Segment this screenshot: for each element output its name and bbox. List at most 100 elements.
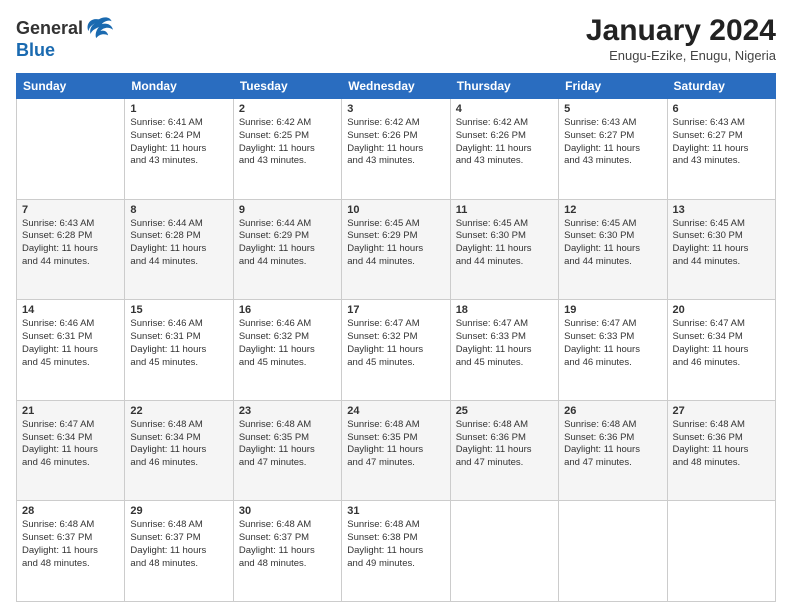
- cell-info: Sunrise: 6:46 AMSunset: 6:31 PMDaylight:…: [22, 318, 119, 369]
- cell-info: Sunrise: 6:48 AMSunset: 6:36 PMDaylight:…: [673, 419, 770, 470]
- calendar-week-2: 7 Sunrise: 6:43 AMSunset: 6:28 PMDaylight…: [17, 199, 776, 300]
- calendar-cell: 24 Sunrise: 6:48 AMSunset: 6:35 PMDayligh…: [342, 400, 450, 501]
- day-number: 16: [239, 304, 336, 316]
- calendar-cell: 13Sunrise: 6:45 AMSunset: 6:30 PMDayligh…: [667, 199, 775, 300]
- calendar-week-4: 21 Sunrise: 6:47 AMSunset: 6:34 PMDayligh…: [17, 400, 776, 501]
- day-number: 6: [673, 103, 770, 115]
- calendar-week-3: 14 Sunrise: 6:46 AMSunset: 6:31 PMDayligh…: [17, 300, 776, 401]
- day-number: 26: [564, 405, 661, 417]
- calendar-cell: 8Sunrise: 6:44 AMSunset: 6:28 PMDaylight…: [125, 199, 233, 300]
- cell-info: Sunrise: 6:47 AMSunset: 6:33 PMDaylight:…: [564, 318, 661, 369]
- day-number: 21: [22, 405, 119, 417]
- cell-info: Sunrise: 6:47 AMSunset: 6:32 PMDaylight:…: [347, 318, 444, 369]
- day-number: 10: [347, 204, 444, 216]
- day-number: 11: [456, 204, 553, 216]
- cell-info: Sunrise: 6:43 AMSunset: 6:27 PMDaylight:…: [564, 117, 661, 168]
- cell-info: Sunrise: 6:48 AMSunset: 6:37 PMDaylight:…: [130, 519, 227, 570]
- calendar-table: SundayMondayTuesdayWednesdayThursdayFrid…: [16, 73, 776, 602]
- day-number: 8: [130, 204, 227, 216]
- day-number: 1: [130, 103, 227, 115]
- cell-info: Sunrise: 6:42 AMSunset: 6:26 PMDaylight:…: [347, 117, 444, 168]
- cell-info: Sunrise: 6:47 AMSunset: 6:34 PMDaylight:…: [673, 318, 770, 369]
- calendar-cell: 20Sunrise: 6:47 AMSunset: 6:34 PMDayligh…: [667, 300, 775, 401]
- calendar-cell: 14 Sunrise: 6:46 AMSunset: 6:31 PMDayligh…: [17, 300, 125, 401]
- col-header-monday: Monday: [125, 74, 233, 99]
- day-number: 28: [22, 505, 119, 517]
- day-number: 23: [239, 405, 336, 417]
- calendar-header-row: SundayMondayTuesdayWednesdayThursdayFrid…: [17, 74, 776, 99]
- day-number: 17: [347, 304, 444, 316]
- day-number: 3: [347, 103, 444, 115]
- cell-info: Sunrise: 6:48 AMSunset: 6:38 PMDaylight:…: [347, 519, 444, 570]
- cell-info: Sunrise: 6:47 AMSunset: 6:33 PMDaylight:…: [456, 318, 553, 369]
- calendar-cell: 28Sunrise: 6:48 AMSunset: 6:37 PMDayligh…: [17, 501, 125, 602]
- cell-info: Sunrise: 6:45 AMSunset: 6:29 PMDaylight:…: [347, 218, 444, 269]
- cell-info: Sunrise: 6:45 AMSunset: 6:30 PMDaylight:…: [673, 218, 770, 269]
- calendar-cell: 6 Sunrise: 6:43 AMSunset: 6:27 PMDaylight…: [667, 99, 775, 200]
- calendar-cell: [17, 99, 125, 200]
- day-number: 14: [22, 304, 119, 316]
- logo: General Blue: [16, 14, 113, 61]
- logo-blue: Blue: [16, 40, 113, 61]
- day-number: 2: [239, 103, 336, 115]
- col-header-saturday: Saturday: [667, 74, 775, 99]
- cell-info: Sunrise: 6:45 AMSunset: 6:30 PMDaylight:…: [564, 218, 661, 269]
- calendar-cell: 15Sunrise: 6:46 AMSunset: 6:31 PMDayligh…: [125, 300, 233, 401]
- calendar-week-5: 28 Sunrise: 6:48 AMSunset: 6:37 PMDayligh…: [17, 501, 776, 602]
- cell-info: Sunrise: 6:48 AMSunset: 6:36 PMDaylight:…: [564, 419, 661, 470]
- calendar-cell: 9 Sunrise: 6:44 AMSunset: 6:29 PMDaylight…: [233, 199, 341, 300]
- cell-info: Sunrise: 6:44 AMSunset: 6:29 PMDaylight:…: [239, 218, 336, 269]
- day-number: 24: [347, 405, 444, 417]
- calendar-cell: 1 Sunrise: 6:41 AMSunset: 6:24 PMDaylight…: [125, 99, 233, 200]
- calendar-cell: 7 Sunrise: 6:43 AMSunset: 6:28 PMDaylight…: [17, 199, 125, 300]
- calendar-cell: 10 Sunrise: 6:45 AMSunset: 6:29 PMDayligh…: [342, 199, 450, 300]
- page: General Blue January 2024 Enugu-Ezike, E…: [0, 0, 792, 612]
- cell-info: Sunrise: 6:48 AMSunset: 6:36 PMDaylight:…: [456, 419, 553, 470]
- cell-info: Sunrise: 6:46 AMSunset: 6:32 PMDaylight:…: [239, 318, 336, 369]
- day-number: 25: [456, 405, 553, 417]
- calendar-cell: 17 Sunrise: 6:47 AMSunset: 6:32 PMDayligh…: [342, 300, 450, 401]
- header: General Blue January 2024 Enugu-Ezike, E…: [16, 14, 776, 63]
- calendar-cell: 2Sunrise: 6:42 AMSunset: 6:25 PMDaylight…: [233, 99, 341, 200]
- day-number: 27: [673, 405, 770, 417]
- day-number: 12: [564, 204, 661, 216]
- day-number: 29: [130, 505, 227, 517]
- calendar-week-1: 1 Sunrise: 6:41 AMSunset: 6:24 PMDaylight…: [17, 99, 776, 200]
- cell-info: Sunrise: 6:46 AMSunset: 6:31 PMDaylight:…: [130, 318, 227, 369]
- calendar-cell: 3 Sunrise: 6:42 AMSunset: 6:26 PMDaylight…: [342, 99, 450, 200]
- cell-info: Sunrise: 6:47 AMSunset: 6:34 PMDaylight:…: [22, 419, 119, 470]
- col-header-sunday: Sunday: [17, 74, 125, 99]
- day-number: 30: [239, 505, 336, 517]
- calendar-cell: 23 Sunrise: 6:48 AMSunset: 6:35 PMDayligh…: [233, 400, 341, 501]
- logo-general: General: [16, 18, 83, 39]
- col-header-thursday: Thursday: [450, 74, 558, 99]
- calendar-cell: 16 Sunrise: 6:46 AMSunset: 6:32 PMDayligh…: [233, 300, 341, 401]
- day-number: 5: [564, 103, 661, 115]
- cell-info: Sunrise: 6:43 AMSunset: 6:28 PMDaylight:…: [22, 218, 119, 269]
- cell-info: Sunrise: 6:48 AMSunset: 6:35 PMDaylight:…: [347, 419, 444, 470]
- location: Enugu-Ezike, Enugu, Nigeria: [586, 48, 776, 63]
- cell-info: Sunrise: 6:48 AMSunset: 6:34 PMDaylight:…: [130, 419, 227, 470]
- cell-info: Sunrise: 6:41 AMSunset: 6:24 PMDaylight:…: [130, 117, 227, 168]
- col-header-friday: Friday: [559, 74, 667, 99]
- day-number: 19: [564, 304, 661, 316]
- day-number: 4: [456, 103, 553, 115]
- calendar-cell: 31 Sunrise: 6:48 AMSunset: 6:38 PMDayligh…: [342, 501, 450, 602]
- day-number: 22: [130, 405, 227, 417]
- calendar-cell: [559, 501, 667, 602]
- day-number: 7: [22, 204, 119, 216]
- cell-info: Sunrise: 6:42 AMSunset: 6:26 PMDaylight:…: [456, 117, 553, 168]
- day-number: 18: [456, 304, 553, 316]
- calendar-cell: 25 Sunrise: 6:48 AMSunset: 6:36 PMDayligh…: [450, 400, 558, 501]
- calendar-cell: 22 Sunrise: 6:48 AMSunset: 6:34 PMDayligh…: [125, 400, 233, 501]
- calendar-cell: 21 Sunrise: 6:47 AMSunset: 6:34 PMDayligh…: [17, 400, 125, 501]
- cell-info: Sunrise: 6:43 AMSunset: 6:27 PMDaylight:…: [673, 117, 770, 168]
- logo-bird-icon: [85, 14, 113, 42]
- cell-info: Sunrise: 6:48 AMSunset: 6:37 PMDaylight:…: [239, 519, 336, 570]
- calendar-cell: 18 Sunrise: 6:47 AMSunset: 6:33 PMDayligh…: [450, 300, 558, 401]
- cell-info: Sunrise: 6:48 AMSunset: 6:35 PMDaylight:…: [239, 419, 336, 470]
- calendar-cell: 11Sunrise: 6:45 AMSunset: 6:30 PMDayligh…: [450, 199, 558, 300]
- day-number: 9: [239, 204, 336, 216]
- day-number: 31: [347, 505, 444, 517]
- calendar-cell: 26 Sunrise: 6:48 AMSunset: 6:36 PMDayligh…: [559, 400, 667, 501]
